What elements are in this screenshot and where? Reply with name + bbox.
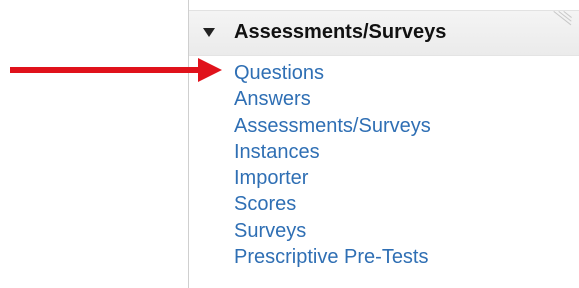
menu-link-prescriptive-pre-tests[interactable]: Prescriptive Pre-Tests — [234, 244, 431, 270]
menu-link-scores[interactable]: Scores — [234, 191, 431, 217]
assessments-surveys-panel: Assessments/Surveys Questions Answers As… — [188, 0, 579, 288]
menu-link-instances[interactable]: Instances — [234, 139, 431, 165]
menu-link-list: Questions Answers Assessments/Surveys In… — [234, 60, 431, 270]
menu-link-questions[interactable]: Questions — [234, 60, 431, 86]
panel-header[interactable]: Assessments/Surveys — [189, 10, 579, 56]
collapse-triangle-icon[interactable] — [203, 28, 215, 37]
menu-link-assessments-surveys[interactable]: Assessments/Surveys — [234, 113, 431, 139]
menu-link-importer[interactable]: Importer — [234, 165, 431, 191]
resize-grip-icon — [550, 11, 572, 29]
screenshot-stage: Assessments/Surveys Questions Answers As… — [0, 0, 579, 288]
red-arrow-icon — [10, 58, 222, 82]
menu-link-surveys[interactable]: Surveys — [234, 218, 431, 244]
menu-link-answers[interactable]: Answers — [234, 86, 431, 112]
panel-title: Assessments/Surveys — [234, 21, 447, 43]
